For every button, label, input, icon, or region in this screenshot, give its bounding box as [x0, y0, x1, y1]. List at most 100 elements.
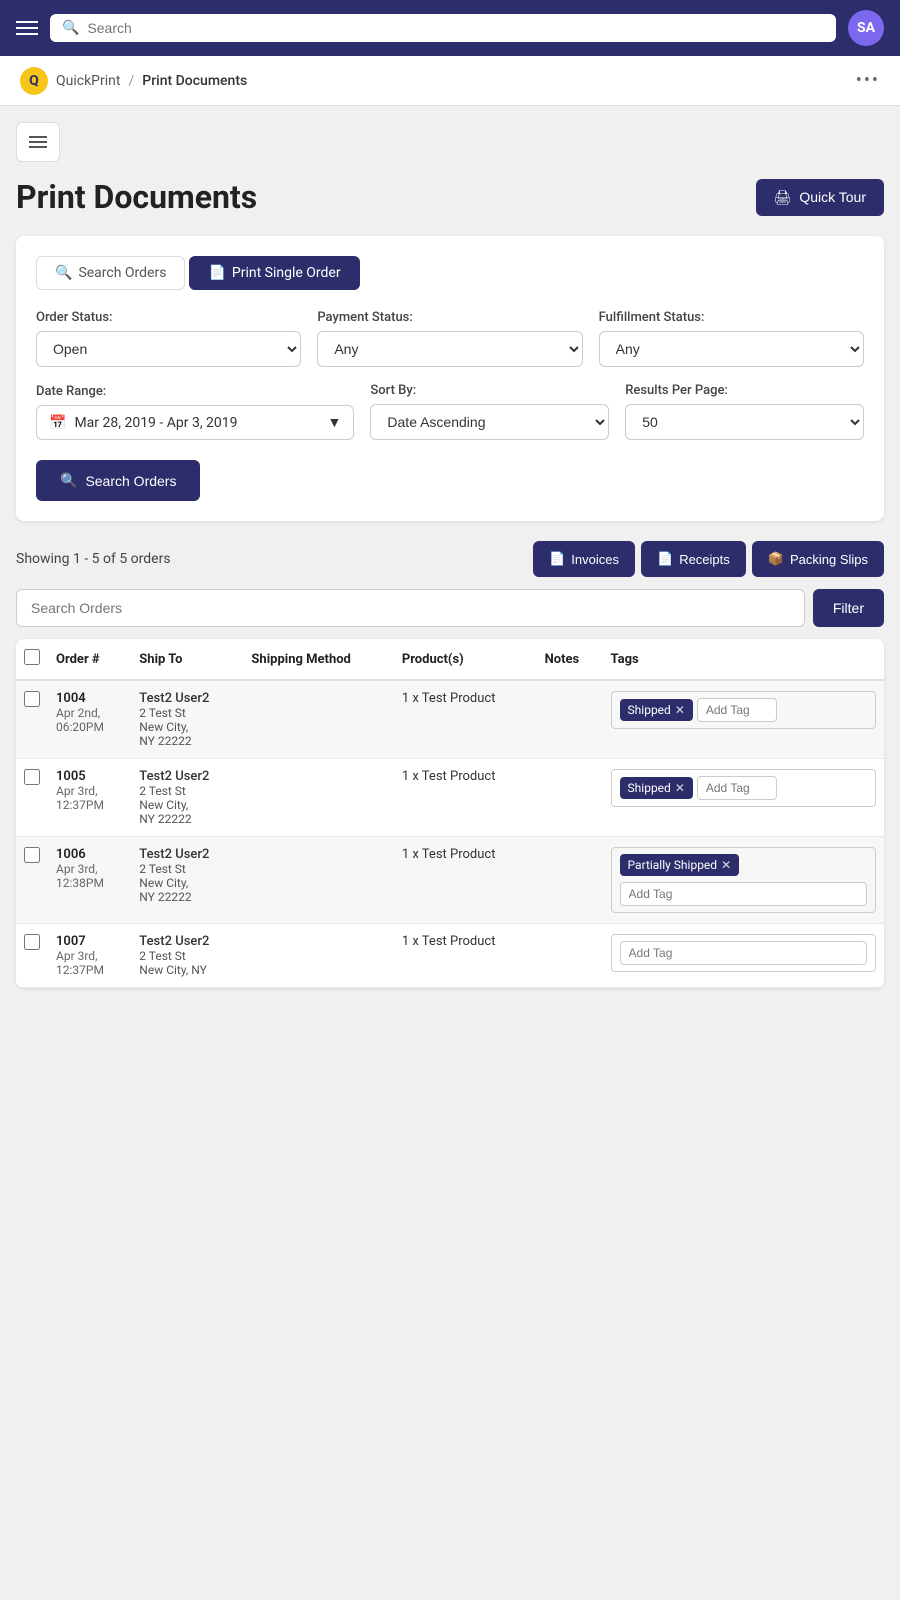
add-tag-input[interactable]	[697, 698, 777, 722]
calendar-icon: 📅	[49, 415, 66, 431]
search-orders-button[interactable]: 🔍 Search Orders	[36, 460, 200, 501]
content-area: Print Documents 🖨 Quick Tour 🔍 Search Or…	[0, 106, 900, 1004]
order-date: Apr 2nd,06:20PM	[56, 706, 123, 734]
tags-cell: Shipped ✕	[603, 759, 884, 837]
orders-table: Order # Ship To Shipping Method Product(…	[16, 639, 884, 988]
order-number: 1004	[56, 691, 123, 706]
add-tag-input[interactable]	[620, 941, 867, 965]
packing-slips-button[interactable]: 📦 Packing Slips	[752, 541, 884, 577]
tag-area	[611, 934, 876, 972]
order-search-row: Filter	[16, 589, 884, 627]
action-buttons: 📄 Invoices 📄 Receipts 📦 Packing Slips	[533, 541, 884, 577]
col-order-num: Order #	[48, 639, 131, 680]
breadcrumb-bar: Q QuickPrint / Print Documents •••	[0, 56, 900, 106]
table-row: 1006 Apr 3rd,12:38PM Test2 User2 2 Test …	[16, 837, 884, 924]
invoice-icon: 📄	[549, 551, 565, 567]
ship-to-address: 2 Test StNew City, NY	[139, 949, 235, 977]
invoices-button[interactable]: 📄 Invoices	[533, 541, 635, 577]
quick-tour-button[interactable]: 🖨 Quick Tour	[756, 179, 884, 216]
tag-area: Partially Shipped ✕	[611, 847, 876, 913]
order-status-filter: Order Status: Open Closed Cancelled	[36, 310, 301, 367]
dropdown-arrow-icon: ▼	[328, 414, 342, 431]
col-products: Product(s)	[394, 639, 537, 680]
tags-row: Shipped ✕	[620, 698, 867, 722]
app-logo: Q	[20, 67, 48, 95]
payment-status-filter: Payment Status: Any Paid Unpaid Refunded	[317, 310, 582, 367]
tags-cell: Shipped ✕	[603, 680, 884, 759]
order-date: Apr 3rd,12:37PM	[56, 949, 123, 977]
page-title: Print Documents	[16, 178, 257, 216]
ship-to-name: Test2 User2	[139, 769, 235, 784]
packing-slip-icon: 📦	[768, 551, 784, 567]
tab-print-single-order[interactable]: 📄 Print Single Order	[189, 256, 359, 290]
orders-table-container: Order # Ship To Shipping Method Product(…	[16, 639, 884, 988]
row-checkbox[interactable]	[24, 934, 40, 950]
results-section: Showing 1 - 5 of 5 orders 📄 Invoices 📄 R…	[16, 541, 884, 988]
results-per-page-select[interactable]: 10 25 50 100	[625, 404, 864, 440]
payment-status-select[interactable]: Any Paid Unpaid Refunded	[317, 331, 582, 367]
order-number: 1006	[56, 847, 123, 862]
row-checkbox[interactable]	[24, 691, 40, 707]
fulfillment-status-select[interactable]: Any Fulfilled Unfulfilled Partial	[599, 331, 864, 367]
tag-shipped: Shipped ✕	[620, 777, 693, 799]
hamburger-menu-icon[interactable]	[16, 21, 38, 35]
breadcrumb-separator: /	[128, 73, 134, 89]
col-notes: Notes	[537, 639, 603, 680]
table-header: Order # Ship To Shipping Method Product(…	[16, 639, 884, 680]
search-btn-icon: 🔍	[60, 472, 77, 489]
shipping-method-cell	[243, 837, 393, 924]
date-range-filter: Date Range: 📅 Mar 28, 2019 - Apr 3, 2019…	[36, 384, 354, 440]
search-tab-icon: 🔍	[55, 265, 72, 281]
filter-row-2: Date Range: 📅 Mar 28, 2019 - Apr 3, 2019…	[36, 383, 864, 440]
receipt-icon: 📄	[657, 551, 673, 567]
order-date: Apr 3rd,12:37PM	[56, 784, 123, 812]
tag-remove-icon[interactable]: ✕	[675, 781, 685, 795]
print-tab-icon: 📄	[208, 265, 225, 281]
global-search-input[interactable]	[87, 20, 824, 36]
notes-cell	[537, 837, 603, 924]
filter-button[interactable]: Filter	[813, 589, 884, 627]
products-cell: 1 x Test Product	[394, 924, 537, 988]
breadcrumb-app-name[interactable]: QuickPrint	[56, 73, 120, 89]
receipts-button[interactable]: 📄 Receipts	[641, 541, 746, 577]
sort-by-select[interactable]: Date Ascending Date Descending Order # A…	[370, 404, 609, 440]
results-per-page-label: Results Per Page:	[625, 383, 864, 398]
products-cell: 1 x Test Product	[394, 759, 537, 837]
select-all-checkbox[interactable]	[24, 649, 40, 665]
row-checkbox[interactable]	[24, 847, 40, 863]
row-checkbox[interactable]	[24, 769, 40, 785]
global-search-bar[interactable]: 🔍	[50, 14, 836, 42]
tag-shipped: Shipped ✕	[620, 699, 693, 721]
ship-to-address: 2 Test StNew City,NY 22222	[139, 862, 235, 904]
fulfillment-status-label: Fulfillment Status:	[599, 310, 864, 325]
table-row: 1005 Apr 3rd,12:37PM Test2 User2 2 Test …	[16, 759, 884, 837]
table-body: 1004 Apr 2nd,06:20PM Test2 User2 2 Test …	[16, 680, 884, 988]
more-options-icon[interactable]: •••	[856, 70, 880, 91]
add-tag-input[interactable]	[697, 776, 777, 800]
sidebar-toggle-button[interactable]	[16, 122, 60, 162]
tags-cell	[603, 924, 884, 988]
col-tags: Tags	[603, 639, 884, 680]
date-range-value: Mar 28, 2019 - Apr 3, 2019	[74, 415, 237, 431]
notes-cell	[537, 759, 603, 837]
tag-partially-shipped: Partially Shipped ✕	[620, 854, 740, 876]
tag-area: Shipped ✕	[611, 769, 876, 807]
order-search-input[interactable]	[16, 589, 805, 627]
date-range-picker[interactable]: 📅 Mar 28, 2019 - Apr 3, 2019 ▼	[36, 405, 354, 440]
fulfillment-status-filter: Fulfillment Status: Any Fulfilled Unfulf…	[599, 310, 864, 367]
main-card: 🔍 Search Orders 📄 Print Single Order Ord…	[16, 236, 884, 521]
products-cell: 1 x Test Product	[394, 837, 537, 924]
avatar[interactable]: SA	[848, 10, 884, 46]
tag-remove-icon[interactable]: ✕	[721, 858, 731, 872]
tab-search-orders[interactable]: 🔍 Search Orders	[36, 256, 185, 290]
order-number: 1007	[56, 934, 123, 949]
shipping-method-cell	[243, 680, 393, 759]
date-range-label: Date Range:	[36, 384, 354, 399]
quick-tour-icon: 🖨	[774, 189, 792, 206]
shipping-method-cell	[243, 759, 393, 837]
ship-to-address: 2 Test StNew City,NY 22222	[139, 784, 235, 826]
order-status-select[interactable]: Open Closed Cancelled	[36, 331, 301, 367]
notes-cell	[537, 680, 603, 759]
add-tag-input[interactable]	[620, 882, 867, 906]
tag-remove-icon[interactable]: ✕	[675, 703, 685, 717]
